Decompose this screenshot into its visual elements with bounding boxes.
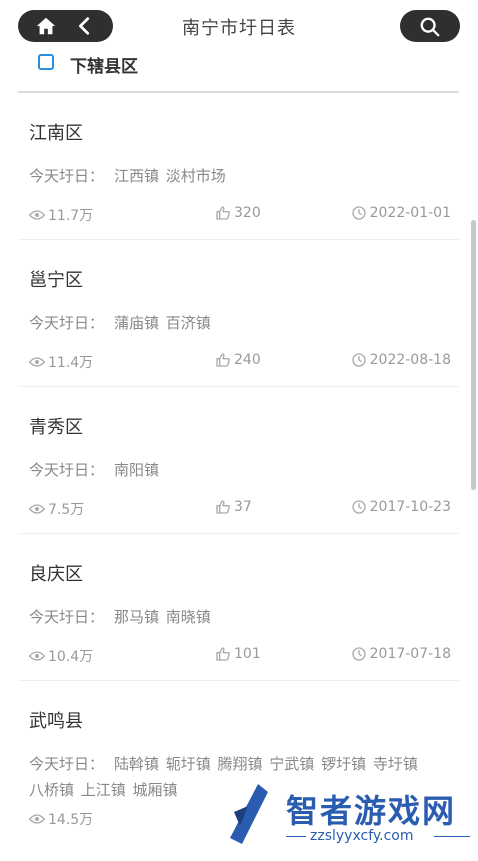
top-bar: 南宁市圩日表 bbox=[0, 0, 478, 52]
date-text: 2017-10-23 bbox=[369, 499, 451, 515]
views-count: 7.5万 bbox=[48, 502, 85, 518]
list-item[interactable]: 邕宁区 今天圩日： 蒲庙镇 百济镇 11.4万 240 2022-08-18 bbox=[18, 240, 459, 387]
eye-icon bbox=[29, 357, 45, 367]
watermark-line-right bbox=[434, 836, 470, 837]
views-stat: 14.5万 bbox=[29, 809, 93, 829]
likes-count: 101 bbox=[234, 646, 261, 662]
district-name: 邕宁区 bbox=[29, 270, 83, 291]
market-label: 今天圩日： bbox=[29, 755, 105, 773]
likes-count: 240 bbox=[234, 352, 261, 368]
watermark-url: zzslyyxcfy.com bbox=[310, 828, 414, 844]
stats-row: 11.4万 240 2022-08-18 bbox=[29, 352, 451, 372]
list-item[interactable]: 良庆区 今天圩日： 那马镇 南晓镇 10.4万 101 2017-07-18 bbox=[18, 534, 459, 681]
likes-count: 37 bbox=[234, 499, 252, 515]
search-icon bbox=[420, 17, 440, 37]
market-day: 今天圩日： 蒲庙镇 百济镇 bbox=[29, 310, 429, 336]
watermark: 智者游戏网 zzslyyxcfy.com bbox=[228, 780, 478, 850]
date-text: 2022-01-01 bbox=[369, 205, 451, 221]
market-towns: 南阳镇 bbox=[114, 461, 160, 479]
stats-row: 7.5万 37 2017-10-23 bbox=[29, 499, 451, 519]
stats-row: 10.4万 101 2017-07-18 bbox=[29, 646, 451, 666]
thumbs-up-icon bbox=[216, 647, 230, 661]
likes-stat[interactable]: 240 bbox=[215, 352, 261, 368]
thumbs-up-icon bbox=[216, 500, 230, 514]
eye-icon bbox=[29, 210, 45, 220]
watermark-logo-icon bbox=[230, 784, 268, 844]
views-stat: 10.4万 bbox=[29, 646, 93, 666]
likes-stat[interactable]: 37 bbox=[215, 499, 252, 515]
district-name: 良庆区 bbox=[29, 564, 83, 585]
market-day: 今天圩日： 那马镇 南晓镇 bbox=[29, 604, 429, 630]
clock-icon bbox=[351, 206, 366, 220]
district-list: 江南区 今天圩日： 江西镇 淡村市场 11.7万 320 2022-01-01 邕… bbox=[18, 93, 459, 861]
eye-icon bbox=[29, 814, 45, 824]
list-item[interactable]: 江南区 今天圩日： 江西镇 淡村市场 11.7万 320 2022-01-01 bbox=[18, 93, 459, 240]
likes-stat[interactable]: 320 bbox=[215, 205, 261, 221]
watermark-name: 智者游戏网 bbox=[286, 792, 457, 830]
subheader-label: 下辖县区 bbox=[70, 57, 138, 77]
watermark-line-left bbox=[286, 836, 306, 837]
search-button[interactable] bbox=[400, 10, 460, 42]
market-label: 今天圩日： bbox=[29, 314, 105, 332]
market-label: 今天圩日： bbox=[29, 608, 105, 626]
district-name: 江南区 bbox=[29, 123, 83, 144]
market-towns: 江西镇 淡村市场 bbox=[114, 167, 226, 185]
market-towns: 蒲庙镇 百济镇 bbox=[114, 314, 211, 332]
date-stat: 2017-07-18 bbox=[351, 646, 451, 662]
market-label: 今天圩日： bbox=[29, 167, 105, 185]
clock-icon bbox=[351, 500, 366, 514]
market-day: 今天圩日： 江西镇 淡村市场 bbox=[29, 163, 429, 189]
date-stat: 2022-08-18 bbox=[351, 352, 451, 368]
district-name: 青秀区 bbox=[29, 417, 83, 438]
eye-icon bbox=[29, 504, 45, 514]
clock-icon bbox=[351, 353, 366, 367]
list-item[interactable]: 青秀区 今天圩日： 南阳镇 7.5万 37 2017-10-23 bbox=[18, 387, 459, 534]
district-name: 武鸣县 bbox=[29, 711, 83, 732]
stats-row: 11.7万 320 2022-01-01 bbox=[29, 205, 451, 225]
market-towns: 那马镇 南晓镇 bbox=[114, 608, 211, 626]
views-count: 11.4万 bbox=[48, 355, 94, 371]
scrollbar[interactable] bbox=[471, 220, 476, 490]
date-stat: 2017-10-23 bbox=[351, 499, 451, 515]
clock-icon bbox=[351, 647, 366, 661]
views-count: 14.5万 bbox=[48, 812, 94, 828]
views-stat: 11.4万 bbox=[29, 352, 93, 372]
likes-stat[interactable]: 101 bbox=[215, 646, 261, 662]
thumbs-up-icon bbox=[216, 353, 230, 367]
views-stat: 11.7万 bbox=[29, 205, 93, 225]
likes-count: 320 bbox=[234, 205, 261, 221]
checkbox-icon[interactable] bbox=[38, 54, 54, 70]
views-count: 10.4万 bbox=[48, 649, 94, 665]
views-stat: 7.5万 bbox=[29, 499, 84, 519]
market-label: 今天圩日： bbox=[29, 461, 105, 479]
eye-icon bbox=[29, 651, 45, 661]
date-stat: 2022-01-01 bbox=[351, 205, 451, 221]
market-day: 今天圩日： 南阳镇 bbox=[29, 457, 429, 483]
date-text: 2017-07-18 bbox=[369, 646, 451, 662]
views-count: 11.7万 bbox=[48, 208, 94, 224]
thumbs-up-icon bbox=[216, 206, 230, 220]
date-text: 2022-08-18 bbox=[369, 352, 451, 368]
